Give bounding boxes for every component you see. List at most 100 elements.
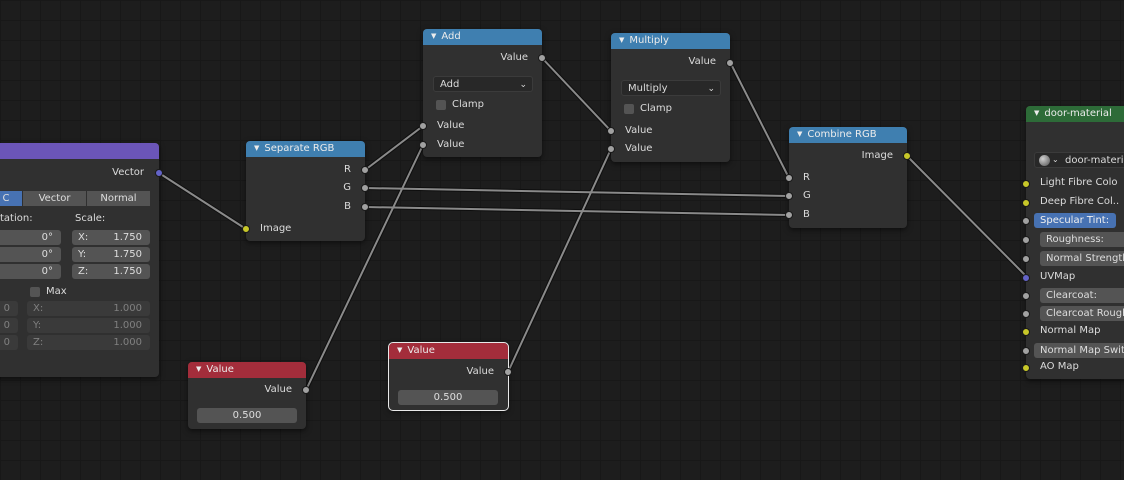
scale-x-field[interactable]: X: 1.750 [72,230,150,245]
separate-g-socket[interactable] [361,184,369,192]
max-y-field[interactable]: Y: 1.000 [27,318,150,333]
collapse-triangle-icon[interactable]: ▼ [797,130,802,138]
combine-g-socket[interactable] [785,192,793,200]
mapping-node[interactable]: Vector C Vector Normal tation: Scale: 0°… [0,143,163,377]
value-node-1-field[interactable]: 0.500 [197,408,297,423]
clearcoat-rough-field[interactable]: Clearcoat Rough [1040,306,1124,321]
uvmap-socket[interactable] [1022,274,1030,282]
roughness-field[interactable]: Roughness: [1040,232,1124,247]
rotation-z-field[interactable]: 0° [0,264,61,279]
mapping-tab-point[interactable]: C [0,191,23,206]
max-z-field[interactable]: Z: 1.000 [27,335,150,350]
separate-rgb-node[interactable]: ▼ Separate RGB R G B Image [242,141,369,241]
normal-map-socket[interactable] [1022,328,1030,336]
min-x-value: 0 [3,303,10,314]
add-clamp-checkbox[interactable] [436,100,446,110]
min-y-field[interactable]: 0 [0,318,18,333]
rotation-x-field[interactable]: 0° [0,230,61,245]
multiply-operation-dropdown[interactable]: Multiply ⌄ [621,80,721,96]
separate-r-socket[interactable] [361,166,369,174]
add-input1-socket[interactable] [419,122,427,130]
combine-image-socket[interactable] [903,152,911,160]
mapping-node-header[interactable] [0,143,159,159]
value-node-2-header[interactable]: ▼ Value [389,343,508,359]
combine-b-label: B [803,209,810,220]
uvmap-label: UVMap [1040,271,1076,282]
multiply-clamp-checkbox[interactable] [624,104,634,114]
collapse-triangle-icon[interactable]: ▼ [254,144,259,152]
clearcoat-field[interactable]: Clearcoat: [1040,288,1124,303]
value-node-1[interactable]: ▼ Value Value 0.500 [188,362,310,429]
scale-z-field[interactable]: Z: 1.750 [72,264,150,279]
value-node-2[interactable]: ▼ Value Value 0.500 [388,342,512,411]
collapse-triangle-icon[interactable]: ▼ [619,36,624,44]
multiply-input2-socket[interactable] [607,145,615,153]
add-input2-label: Value [437,139,465,150]
combine-g-label: G [803,190,811,201]
value-node-2-output-socket[interactable] [504,368,512,376]
multiply-input1-label: Value [625,125,653,136]
add-output-socket[interactable] [538,54,546,62]
clearcoat-socket[interactable] [1022,292,1030,300]
value-node-2-title: Value [407,345,435,356]
chevron-down-icon: ⌄ [707,84,715,94]
ao-map-socket[interactable] [1022,364,1030,372]
mapping-tab-vector[interactable]: Vector [23,191,87,206]
add-header[interactable]: ▼ Add [423,29,542,45]
min-x-field[interactable]: 0 [0,301,18,316]
normal-map-switch-field[interactable]: Normal Map Switc [1034,343,1124,358]
add-operation-dropdown[interactable]: Add ⌄ [433,76,533,92]
specular-tint-socket[interactable] [1022,217,1030,225]
mapping-tab-normal[interactable]: Normal [87,191,150,206]
min-z-field[interactable]: 0 [0,335,18,350]
multiply-node[interactable]: ▼ Multiply Value Multiply ⌄ Clamp Value Va… [607,33,734,162]
rotation-label: tation: [0,213,33,224]
add-node[interactable]: ▼ Add Value Add ⌄ Clamp Value Value [419,29,546,157]
add-input2-socket[interactable] [419,141,427,149]
value-node-2-field[interactable]: 0.500 [398,390,498,405]
door-material-node[interactable]: ▼ door-material ⌄ door-materia Light Fibr… [1022,106,1124,379]
add-title: Add [441,31,461,42]
rotation-y-value: 0° [41,249,53,260]
max-z-axis: Z: [33,337,44,348]
scale-label: Scale: [75,213,106,224]
multiply-output-socket[interactable] [726,59,734,67]
rotation-x-value: 0° [41,232,53,243]
roughness-socket[interactable] [1022,236,1030,244]
separate-image-socket[interactable] [242,225,250,233]
combine-rgb-header[interactable]: ▼ Combine RGB [789,127,907,143]
max-checkbox[interactable] [30,287,40,297]
combine-b-socket[interactable] [785,211,793,219]
clearcoat-rough-socket[interactable] [1022,310,1030,318]
normal-map-switch-socket[interactable] [1022,347,1030,355]
sphere-icon[interactable] [1039,155,1050,166]
multiply-title: Multiply [629,35,669,46]
door-material-header[interactable]: ▼ door-material [1026,106,1124,122]
scale-y-field[interactable]: Y: 1.750 [72,247,150,262]
collapse-triangle-icon[interactable]: ▼ [397,346,402,354]
multiply-header[interactable]: ▼ Multiply [611,33,730,49]
rotation-y-field[interactable]: 0° [0,247,61,262]
material-datablock-selector[interactable]: ⌄ door-materia [1034,152,1124,168]
max-x-field[interactable]: X: 1.000 [27,301,150,316]
separate-rgb-header[interactable]: ▼ Separate RGB [246,141,365,157]
deep-fibre-socket[interactable] [1022,199,1030,207]
separate-b-socket[interactable] [361,203,369,211]
collapse-triangle-icon[interactable]: ▼ [1034,109,1039,117]
normal-strength-field[interactable]: Normal Strength [1040,251,1124,266]
combine-rgb-node[interactable]: ▼ Combine RGB Image R G B [785,127,911,228]
mapping-vector-output-socket[interactable] [155,169,163,177]
chevron-down-icon: ⌄ [519,80,527,90]
value-node-1-header[interactable]: ▼ Value [188,362,306,378]
light-fibre-socket[interactable] [1022,180,1030,188]
specular-tint-field[interactable]: Specular Tint: [1034,213,1116,228]
multiply-input1-socket[interactable] [607,127,615,135]
combine-r-label: R [803,172,810,183]
collapse-triangle-icon[interactable]: ▼ [431,32,436,40]
collapse-triangle-icon[interactable]: ▼ [196,365,201,373]
normal-strength-socket[interactable] [1022,255,1030,263]
separate-rgb-title: Separate RGB [264,143,335,154]
combine-r-socket[interactable] [785,174,793,182]
value-node-1-output-socket[interactable] [302,386,310,394]
value-node-2-output-label: Value [466,366,494,377]
